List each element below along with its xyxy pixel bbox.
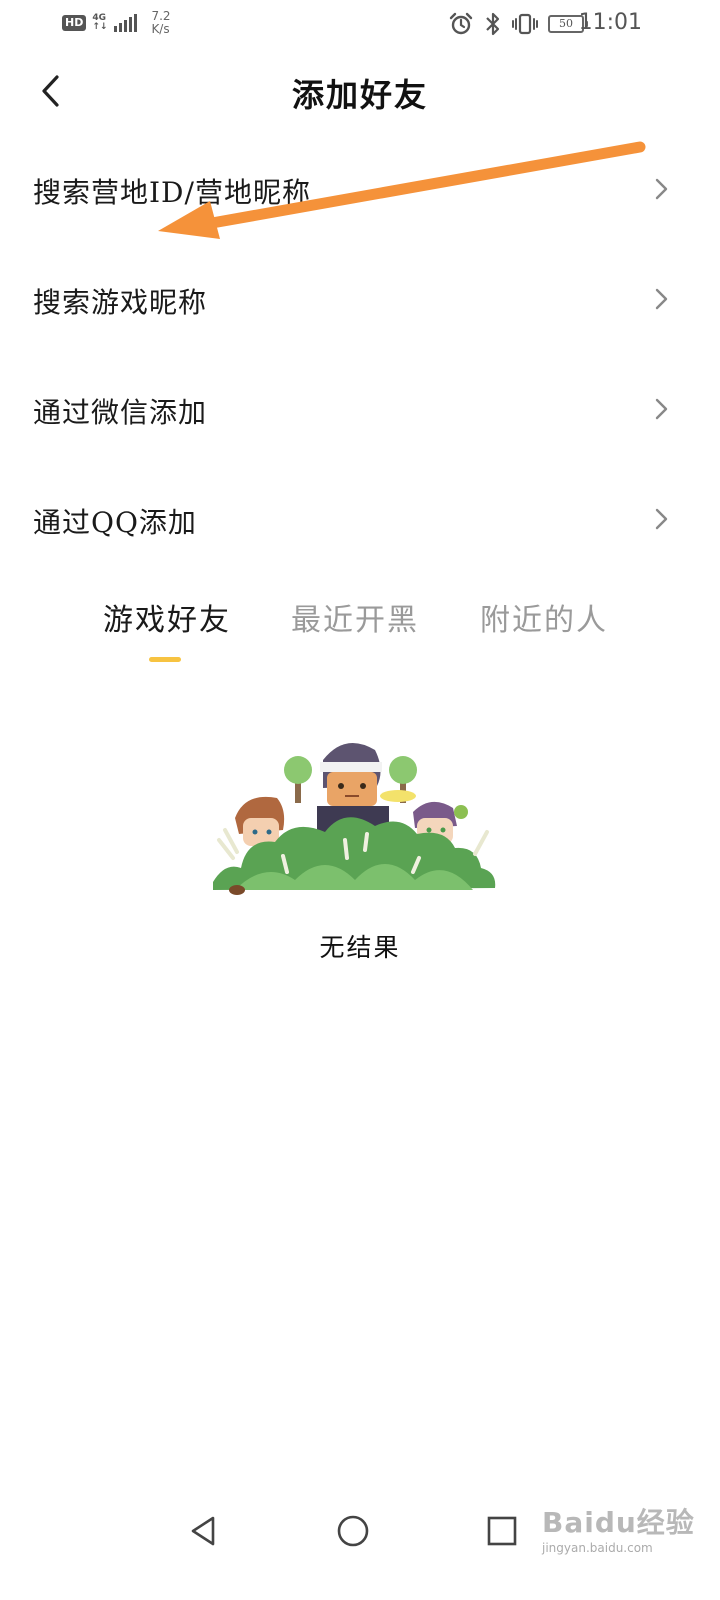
nav-home-button[interactable] — [325, 1503, 381, 1559]
network-speed-unit: K/s — [151, 22, 170, 36]
vibrate-icon — [512, 13, 538, 35]
menu-item-add-via-qq[interactable]: 通过QQ添加 — [0, 463, 720, 573]
friend-tabs: 游戏好友 最近开黑 附近的人 — [0, 595, 720, 675]
bluetooth-icon — [486, 12, 500, 36]
back-triangle-icon — [191, 1516, 215, 1546]
status-icons: 50 — [448, 10, 588, 38]
hd-badge: HD — [62, 15, 87, 31]
menu-item-label: 通过QQ添加 — [33, 506, 197, 539]
status-time: 11:01 — [578, 10, 642, 35]
tab-game-friends[interactable]: 游戏好友 — [103, 595, 231, 645]
chevron-right-icon — [655, 178, 668, 200]
page-title: 添加好友 — [291, 76, 428, 114]
menu-item-add-via-wechat[interactable]: 通过微信添加 — [0, 353, 720, 463]
chevron-right-icon — [655, 398, 668, 420]
empty-state-text: 无结果 — [319, 933, 401, 962]
recents-square-icon — [487, 1516, 517, 1546]
menu-item-search-camp-id[interactable]: 搜索营地ID/营地昵称 — [0, 133, 720, 243]
alarm-icon — [449, 12, 473, 35]
tab-nearby-people[interactable]: 附近的人 — [480, 595, 608, 645]
menu-item-label: 通过微信添加 — [33, 396, 208, 429]
header: 添加好友 — [0, 60, 720, 122]
status-left: HD 4G ↑↓ 7.2 K/s — [62, 8, 171, 38]
network-speed: 7.2 K/s — [151, 10, 170, 36]
nav-recents-button[interactable] — [474, 1503, 530, 1559]
status-bar: HD 4G ↑↓ 7.2 K/s 50 11:01 — [0, 0, 720, 48]
menu-item-label: 搜索游戏昵称 — [33, 286, 208, 319]
chevron-right-icon — [655, 508, 668, 530]
tab-recent-teammates[interactable]: 最近开黑 — [291, 595, 419, 645]
network-type: 4G ↑↓ — [92, 14, 107, 32]
nav-back-button[interactable] — [175, 1503, 231, 1559]
chevron-right-icon — [655, 288, 668, 310]
network-arrows: ↑↓ — [92, 22, 108, 32]
heroes-behind-bush-illustration — [213, 742, 496, 895]
menu-item-label: 搜索营地ID/营地昵称 — [33, 176, 311, 209]
menu-item-search-game-nickname[interactable]: 搜索游戏昵称 — [0, 243, 720, 353]
system-nav-bar — [0, 1495, 720, 1565]
home-circle-icon — [337, 1515, 369, 1547]
signal-icon — [114, 14, 138, 32]
tab-active-indicator — [149, 657, 181, 662]
